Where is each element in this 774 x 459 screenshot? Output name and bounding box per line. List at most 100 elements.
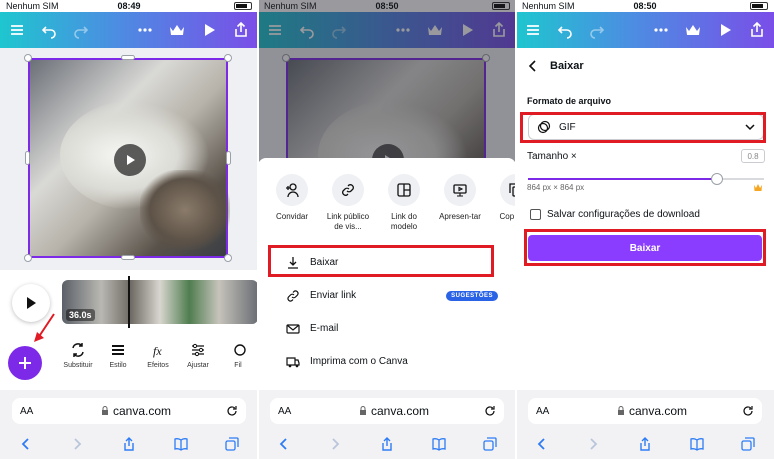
back-icon[interactable]	[18, 436, 34, 452]
panel-divider	[515, 0, 517, 459]
present-icon	[453, 184, 467, 197]
address-bar[interactable]: AA canva.com	[12, 398, 246, 424]
edit-tools: Substituir Estilo fx Efeitos Ajustar Fil	[58, 342, 258, 382]
address-bar[interactable]: AA canva.com	[528, 398, 762, 424]
play-icon[interactable]	[200, 21, 218, 39]
save-settings-checkbox[interactable]	[530, 209, 541, 220]
redo-icon[interactable]	[588, 21, 606, 39]
resize-handle[interactable]	[121, 55, 135, 60]
forward-icon[interactable]	[327, 436, 343, 452]
menu-email[interactable]: E-mail	[258, 312, 516, 345]
undo-icon[interactable]	[556, 21, 574, 39]
resize-handle[interactable]	[226, 151, 231, 165]
forward-icon[interactable]	[69, 436, 85, 452]
bookmarks-icon[interactable]	[173, 436, 189, 452]
resize-handle[interactable]	[224, 254, 232, 262]
tool-label: Estilo	[109, 362, 127, 369]
size-value-field[interactable]: 0.8	[741, 149, 765, 163]
share-copiar[interactable]: Cop para	[492, 174, 516, 232]
resize-handle[interactable]	[24, 54, 32, 62]
replace-icon	[72, 343, 84, 357]
tool-label: Substituir	[63, 362, 93, 369]
panel-share: Nenhum SIM 08:50	[258, 0, 516, 459]
menu-icon[interactable]	[8, 21, 26, 39]
tool-filtros[interactable]: Fil	[218, 342, 258, 382]
battery-icon	[686, 2, 768, 10]
filter-icon	[234, 344, 246, 356]
highlight-download-button	[524, 229, 766, 266]
tool-ajustar[interactable]: Ajustar	[178, 342, 218, 382]
share-icon[interactable]	[379, 436, 395, 452]
resize-handle[interactable]	[121, 255, 135, 260]
play-icon[interactable]	[716, 21, 734, 39]
link-icon	[287, 289, 299, 302]
tabs-icon[interactable]	[224, 436, 240, 452]
address-bar[interactable]: AA canva.com	[270, 398, 504, 424]
reload-icon[interactable]	[222, 405, 238, 417]
panel-editor: Nenhum SIM 08:49 36.0s Substituir Estilo…	[0, 0, 258, 459]
menu-imprima[interactable]: Imprima com o Canva	[258, 345, 516, 378]
tabs-icon[interactable]	[740, 436, 756, 452]
editor-toolbar	[516, 12, 774, 48]
reader-aa[interactable]: AA	[20, 406, 50, 417]
slider-fill	[528, 178, 717, 180]
download-header: Baixar	[528, 60, 584, 72]
tool-estilo[interactable]: Estilo	[98, 342, 138, 382]
back-icon[interactable]	[276, 436, 292, 452]
video-play-button[interactable]	[114, 144, 146, 176]
tool-substituir[interactable]: Substituir	[58, 342, 98, 382]
reload-icon[interactable]	[480, 405, 496, 417]
share-link-publico[interactable]: Link públic­o de vis...	[324, 174, 372, 232]
tool-efeitos[interactable]: fx Efeitos	[138, 342, 178, 382]
save-settings-label: Salvar configurações de download	[547, 209, 700, 220]
email-icon	[286, 323, 300, 334]
menu-label: Enviar link	[310, 290, 357, 301]
save-settings-row[interactable]: Salvar configurações de download	[530, 209, 700, 220]
browser-bar: AA canva.com	[516, 390, 774, 459]
chevron-left-icon[interactable]	[528, 60, 538, 72]
browser-bar: AA canva.com	[258, 390, 516, 459]
playhead[interactable]	[128, 276, 130, 328]
reload-icon[interactable]	[738, 405, 754, 417]
bookmarks-icon[interactable]	[689, 436, 705, 452]
crown-icon[interactable]	[684, 21, 702, 39]
resize-handle[interactable]	[25, 151, 30, 165]
back-icon[interactable]	[534, 436, 550, 452]
tabs-icon[interactable]	[482, 436, 498, 452]
undo-icon[interactable]	[40, 21, 58, 39]
resize-handle[interactable]	[24, 254, 32, 262]
url-domain: canva.com	[50, 404, 222, 418]
reader-aa[interactable]: AA	[278, 406, 308, 417]
share-actions: Convidar Link públic­o de vis... Link do…	[268, 174, 516, 232]
truck-icon	[286, 356, 300, 367]
tool-label: Ajustar	[187, 362, 209, 369]
menu-enviar-link[interactable]: Enviar link SUGESTÕES	[258, 279, 516, 312]
domain-text: canva.com	[370, 404, 430, 418]
share-icon[interactable]	[121, 436, 137, 452]
share-icon[interactable]	[748, 21, 766, 39]
size-label: Tamanho ×	[527, 150, 577, 162]
resize-handle[interactable]	[224, 54, 232, 62]
reader-aa[interactable]: AA	[536, 406, 566, 417]
tool-label: Efeitos	[147, 362, 169, 369]
video-element[interactable]	[28, 58, 230, 258]
share-apresentar[interactable]: Apresen-tar	[436, 174, 484, 232]
more-icon[interactable]	[136, 21, 154, 39]
highlight-baixar	[268, 245, 494, 277]
menu-icon[interactable]	[524, 21, 542, 39]
format-label: Formato de arquivo	[527, 96, 612, 106]
forward-icon[interactable]	[585, 436, 601, 452]
redo-icon[interactable]	[72, 21, 90, 39]
share-icon[interactable]	[232, 21, 250, 39]
add-button[interactable]	[8, 346, 42, 380]
more-icon[interactable]	[652, 21, 670, 39]
share-link-modelo[interactable]: Link do modelo	[380, 174, 428, 232]
dimensions-text: 864 px × 864 px	[527, 183, 585, 192]
video-clip[interactable]: 36.0s	[62, 280, 258, 324]
bookmarks-icon[interactable]	[431, 436, 447, 452]
share-icon[interactable]	[637, 436, 653, 452]
share-convidar[interactable]: Convidar	[268, 174, 316, 232]
menu-label: E-mail	[310, 323, 339, 334]
crown-icon[interactable]	[168, 21, 186, 39]
share-label: Cop para	[499, 212, 516, 221]
